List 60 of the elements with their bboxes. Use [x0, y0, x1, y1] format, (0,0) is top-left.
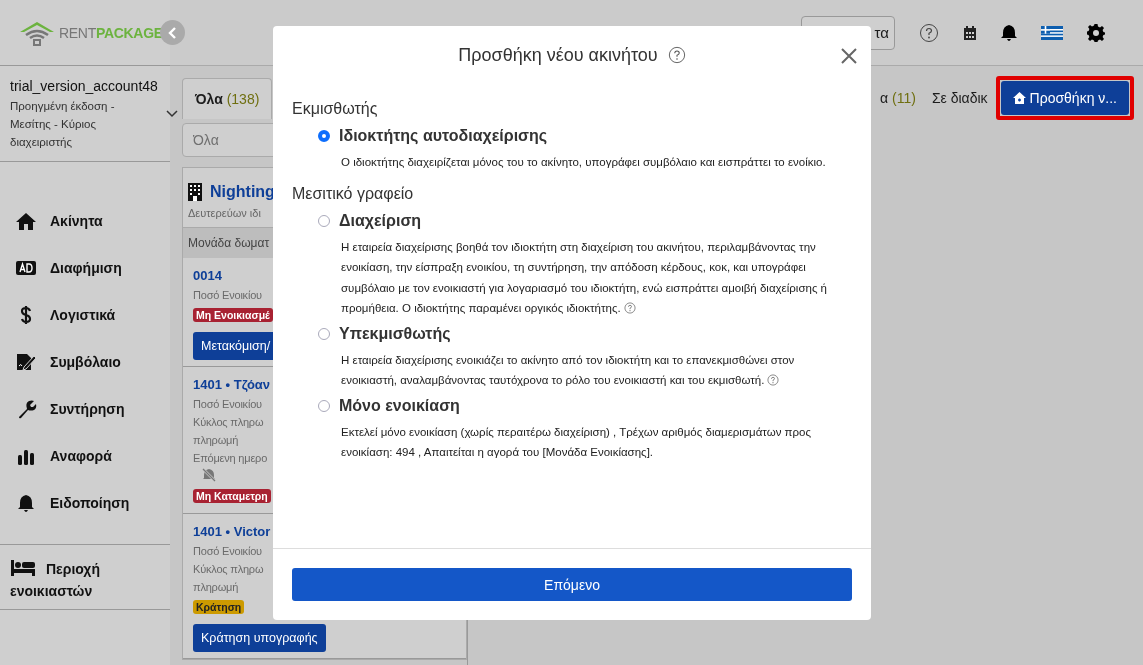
radio-option[interactable]: Ιδιοκτήτης αυτοδιαχείρισης [318, 127, 548, 145]
building-subtitle: Δευτερεύων ιδι [188, 207, 262, 219]
chevron-down-icon[interactable] [166, 110, 178, 118]
unit-detail: Ποσό Ενοικίου [193, 544, 262, 559]
account-role: Προηγμένη έκδοση - Μεσίτης - Κύριος διαχειριστής [10, 99, 116, 150]
bed-icon [10, 559, 36, 577]
calendar-icon[interactable] [963, 24, 977, 41]
modal-title: Προσθήκη νέου ακινήτου [458, 44, 658, 66]
help-icon[interactable] [667, 46, 686, 64]
radio-option[interactable]: Διαχείριση [318, 211, 422, 230]
option-description: Η εταιρεία διαχείρισης ενοικιάζει το ακίνητο από τον ιδιοκτήτη και το επανεκμισθώνει στον ενοικιαστή, αναλαμβάνοντας ταυτόχρονα το ρόλο του ενοικιαστή και του εκμισθωτή. [341, 352, 796, 388]
section-heading: Μεσιτικό γραφείο [292, 184, 415, 203]
radio-option[interactable]: Μόνο ενοικίαση [318, 396, 460, 415]
nav-item[interactable]: Ακίνητα [0, 197, 170, 244]
unit-detail: Επόμενη ημερο [193, 451, 268, 466]
radio-option[interactable]: Υπεκμισθωτής [318, 324, 451, 343]
option-description: Ο ιδιοκτήτης διαχειρίζεται μόνος του το ακίνητο, υπογράφει συμβόλαιο και εισπράττει το ενοίκιο. [341, 155, 827, 170]
nav-item[interactable]: Αναφορά [0, 432, 170, 479]
account-name: trial_version_account48 [10, 78, 159, 94]
help-icon[interactable] [919, 22, 939, 43]
tab[interactable]: Όλα (138) [182, 77, 273, 119]
settings-icon[interactable] [1087, 23, 1105, 42]
nav-item[interactable]: Λογιστικά [0, 291, 170, 338]
tab[interactable]: α (11) [872, 78, 924, 118]
tab[interactable]: Σε διαδικ [923, 78, 996, 118]
unit-title[interactable]: 1401 • Victor [193, 524, 271, 539]
status-badge: Κράτηση [193, 600, 245, 614]
house-icon [15, 210, 37, 231]
bell-icon[interactable] [1001, 23, 1017, 42]
unit-action-button[interactable]: Κράτηση υπογραφής [193, 624, 326, 652]
logo-text: RENTPACKAGE [59, 24, 163, 41]
building-icon [188, 183, 202, 201]
help-icon[interactable] [767, 374, 780, 386]
tenant-area-link[interactable]: Περιοχή ενοικιαστών [10, 558, 130, 602]
add-property-button[interactable]: Προσθήκη ν... [1000, 81, 1129, 115]
unit-title[interactable]: 1401 • Τζόαν [193, 377, 271, 392]
unit-detail: Κύκλος πληρω [193, 415, 264, 430]
unit-detail: Ποσό Ενοικίου [193, 288, 262, 303]
next-button[interactable]: Επόμενο [292, 568, 852, 601]
chevron-left-icon [167, 26, 178, 39]
nav-item[interactable]: Συμβόλαιο [0, 338, 170, 385]
unit-detail: πληρωμή [193, 433, 239, 448]
nav-item[interactable]: Συντήρηση [0, 385, 170, 432]
section-heading: Εκμισθωτής [292, 100, 379, 118]
unit-detail: Κύκλος πληρω [193, 562, 264, 577]
help-icon[interactable] [623, 302, 636, 314]
contract-icon [15, 351, 37, 372]
building-name[interactable]: Nighting [210, 183, 275, 201]
option-description: Εκτελεί μόνο ενοικίαση (χωρίς περαιτέρω διαχείριση) , Τρέχων αριθμός διαμερισμάτων προς ενοικίαση: 494 , Απαιτείται η αγορά του [Μονάδα Ενοικίασης]. [341, 424, 813, 460]
close-icon[interactable] [841, 48, 857, 64]
house-icon [1012, 92, 1026, 104]
nav-item[interactable]: Ειδοποίηση [0, 479, 170, 526]
unit-detail: πληρωμή [193, 580, 239, 595]
radio-button[interactable] [318, 130, 330, 142]
unit-title[interactable]: 0014 [193, 268, 222, 283]
status-badge: Μη Καταμετρη [193, 489, 271, 503]
nav-item[interactable]: Διαφήμιση [0, 244, 170, 291]
status-badge: Μη Ενοικιασμέ [193, 308, 273, 322]
flag-icon[interactable] [1041, 25, 1063, 40]
unit-detail: Ποσό Ενοικίου [193, 397, 262, 412]
